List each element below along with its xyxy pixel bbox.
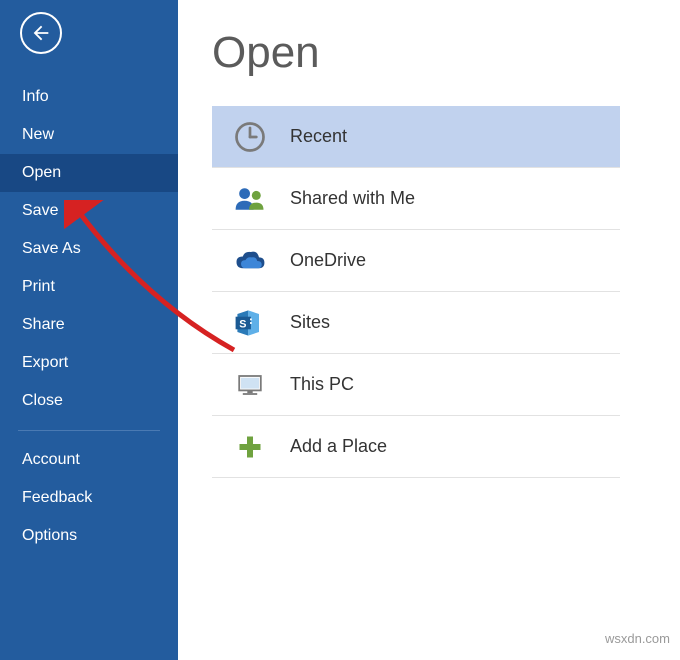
page-title: Open: [212, 28, 680, 78]
sidebar-item-label: Feedback: [22, 489, 92, 506]
pc-icon: [230, 365, 270, 405]
sidebar-item-save-as[interactable]: Save As: [0, 230, 178, 268]
sidebar-item-export[interactable]: Export: [0, 344, 178, 382]
sidebar-item-open[interactable]: Open: [0, 154, 178, 192]
sidebar-item-label: Export: [22, 354, 68, 371]
location-label: Sites: [290, 312, 330, 333]
sidebar-item-label: Info: [22, 88, 49, 105]
cloud-icon: [230, 241, 270, 281]
location-item-add-place[interactable]: Add a Place: [212, 416, 620, 478]
sidebar-item-label: Open: [22, 164, 61, 181]
location-item-onedrive[interactable]: OneDrive: [212, 230, 620, 292]
sidebar-item-label: Account: [22, 451, 80, 468]
clock-icon: [230, 117, 270, 157]
sidebar-item-new[interactable]: New: [0, 116, 178, 154]
location-list: Recent Shared with Me OneDrive S Sites T…: [212, 106, 620, 478]
svg-text:S: S: [239, 318, 246, 330]
location-label: OneDrive: [290, 250, 366, 271]
location-item-sites[interactable]: S Sites: [212, 292, 620, 354]
sidebar-item-options[interactable]: Options: [0, 517, 178, 555]
watermark: wsxdn.com: [605, 631, 670, 646]
sites-icon: S: [230, 303, 270, 343]
plus-icon: [230, 427, 270, 467]
sidebar-divider: [18, 430, 160, 431]
main-panel: Open Recent Shared with Me OneDrive S Si…: [178, 0, 680, 660]
location-label: Shared with Me: [290, 188, 415, 209]
sidebar-item-label: Save As: [22, 240, 81, 257]
location-label: Add a Place: [290, 436, 387, 457]
back-button[interactable]: [20, 12, 62, 54]
sidebar-item-label: Print: [22, 278, 55, 295]
sidebar-item-label: Save: [22, 202, 58, 219]
people-icon: [230, 179, 270, 219]
sidebar-item-account[interactable]: Account: [0, 441, 178, 479]
sidebar-item-label: Share: [22, 316, 65, 333]
sidebar-item-label: Options: [22, 527, 77, 544]
sidebar-item-share[interactable]: Share: [0, 306, 178, 344]
location-label: This PC: [290, 374, 354, 395]
sidebar-item-close[interactable]: Close: [0, 382, 178, 420]
location-item-shared[interactable]: Shared with Me: [212, 168, 620, 230]
back-arrow-icon: [30, 22, 52, 44]
sidebar-item-label: Close: [22, 392, 63, 409]
sidebar-item-feedback[interactable]: Feedback: [0, 479, 178, 517]
sidebar-nav: Info New Open Save Save As Print Share E…: [0, 0, 178, 660]
location-item-this-pc[interactable]: This PC: [212, 354, 620, 416]
sidebar-item-print[interactable]: Print: [0, 268, 178, 306]
sidebar-item-save[interactable]: Save: [0, 192, 178, 230]
location-item-recent[interactable]: Recent: [212, 106, 620, 168]
sidebar-item-label: New: [22, 126, 54, 143]
sidebar-item-info[interactable]: Info: [0, 78, 178, 116]
location-label: Recent: [290, 126, 347, 147]
